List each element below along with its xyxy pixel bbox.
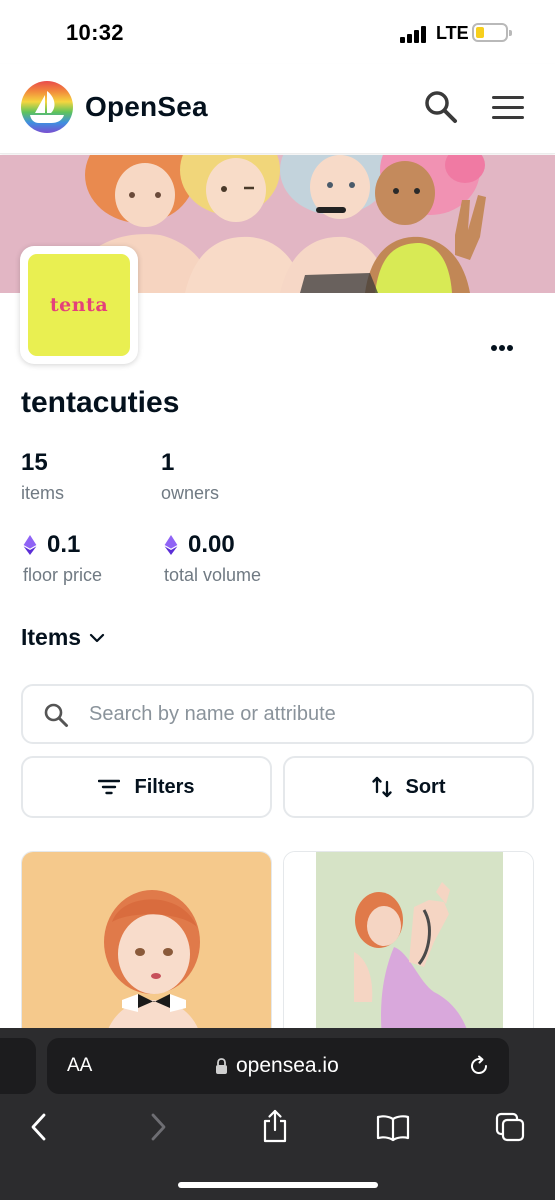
reload-icon[interactable]	[467, 1054, 491, 1078]
network-label: LTE	[436, 23, 469, 43]
sort-label: Sort	[405, 775, 446, 798]
battery-icon	[472, 23, 512, 42]
items-dropdown-label: Items	[21, 624, 82, 650]
stat-label: items	[21, 483, 65, 503]
hamburger-menu-icon[interactable]	[488, 94, 528, 122]
status-time: 10:32	[66, 20, 124, 45]
site-header: OpenSea	[0, 64, 555, 154]
stat-value: 15	[21, 449, 48, 476]
stat-value: 0.00	[188, 531, 235, 558]
status-bar: 10:32 LTE	[0, 0, 555, 64]
stat-value: 1	[161, 449, 175, 476]
nft-card[interactable]	[283, 851, 534, 1051]
stat-items[interactable]: 15 items	[21, 449, 64, 504]
sort-arrows-icon	[371, 776, 392, 798]
items-dropdown[interactable]: Items	[21, 624, 105, 651]
avatar-logo-text: tenta	[49, 294, 109, 316]
sort-button[interactable]: Sort	[283, 756, 534, 818]
forward-icon[interactable]	[147, 1112, 169, 1142]
ethereum-icon	[164, 535, 178, 555]
avatar-image: tenta	[28, 254, 130, 356]
stat-label: total volume	[164, 565, 262, 585]
home-indicator	[178, 1182, 378, 1188]
search-input[interactable]	[89, 696, 509, 732]
back-icon[interactable]	[28, 1112, 50, 1142]
more-options-icon[interactable]	[484, 336, 520, 360]
signal-icon	[400, 25, 430, 43]
stat-label: floor price	[23, 565, 103, 585]
url-display[interactable]: opensea.io	[215, 1054, 339, 1078]
filters-label: Filters	[134, 775, 195, 798]
browser-toolbar: AA opensea.io	[0, 1028, 555, 1200]
nft-card[interactable]	[21, 851, 272, 1051]
reader-settings-button[interactable]: AA	[67, 1055, 92, 1077]
stat-total-volume[interactable]: 0.00 total volume	[164, 531, 261, 586]
share-icon[interactable]	[261, 1108, 289, 1144]
stat-floor-price[interactable]: 0.1 floor price	[23, 531, 102, 586]
collection-avatar: tenta	[20, 246, 138, 364]
nft-image	[284, 852, 533, 1050]
lock-icon	[216, 1057, 227, 1074]
filter-icon	[98, 779, 121, 795]
previous-tab-preview[interactable]	[0, 1038, 36, 1094]
brand-name[interactable]: OpenSea	[85, 91, 208, 123]
address-bar[interactable]: AA opensea.io	[47, 1038, 509, 1094]
filters-button[interactable]: Filters	[21, 756, 272, 818]
chevron-down-icon	[89, 633, 105, 642]
search-icon	[44, 703, 68, 727]
url-text: opensea.io	[236, 1054, 339, 1077]
tabs-icon[interactable]	[495, 1112, 527, 1144]
stat-owners[interactable]: 1 owners	[161, 449, 219, 504]
stat-label: owners	[161, 483, 220, 503]
stat-value: 0.1	[47, 531, 81, 558]
ethereum-icon	[23, 535, 37, 555]
opensea-logo-icon[interactable]	[21, 81, 73, 133]
header-search-icon[interactable]	[422, 88, 460, 126]
collection-title: tentacuties	[21, 386, 180, 419]
nft-image	[22, 852, 271, 1050]
bookmarks-icon[interactable]	[376, 1114, 410, 1142]
collection-search[interactable]	[21, 684, 534, 744]
